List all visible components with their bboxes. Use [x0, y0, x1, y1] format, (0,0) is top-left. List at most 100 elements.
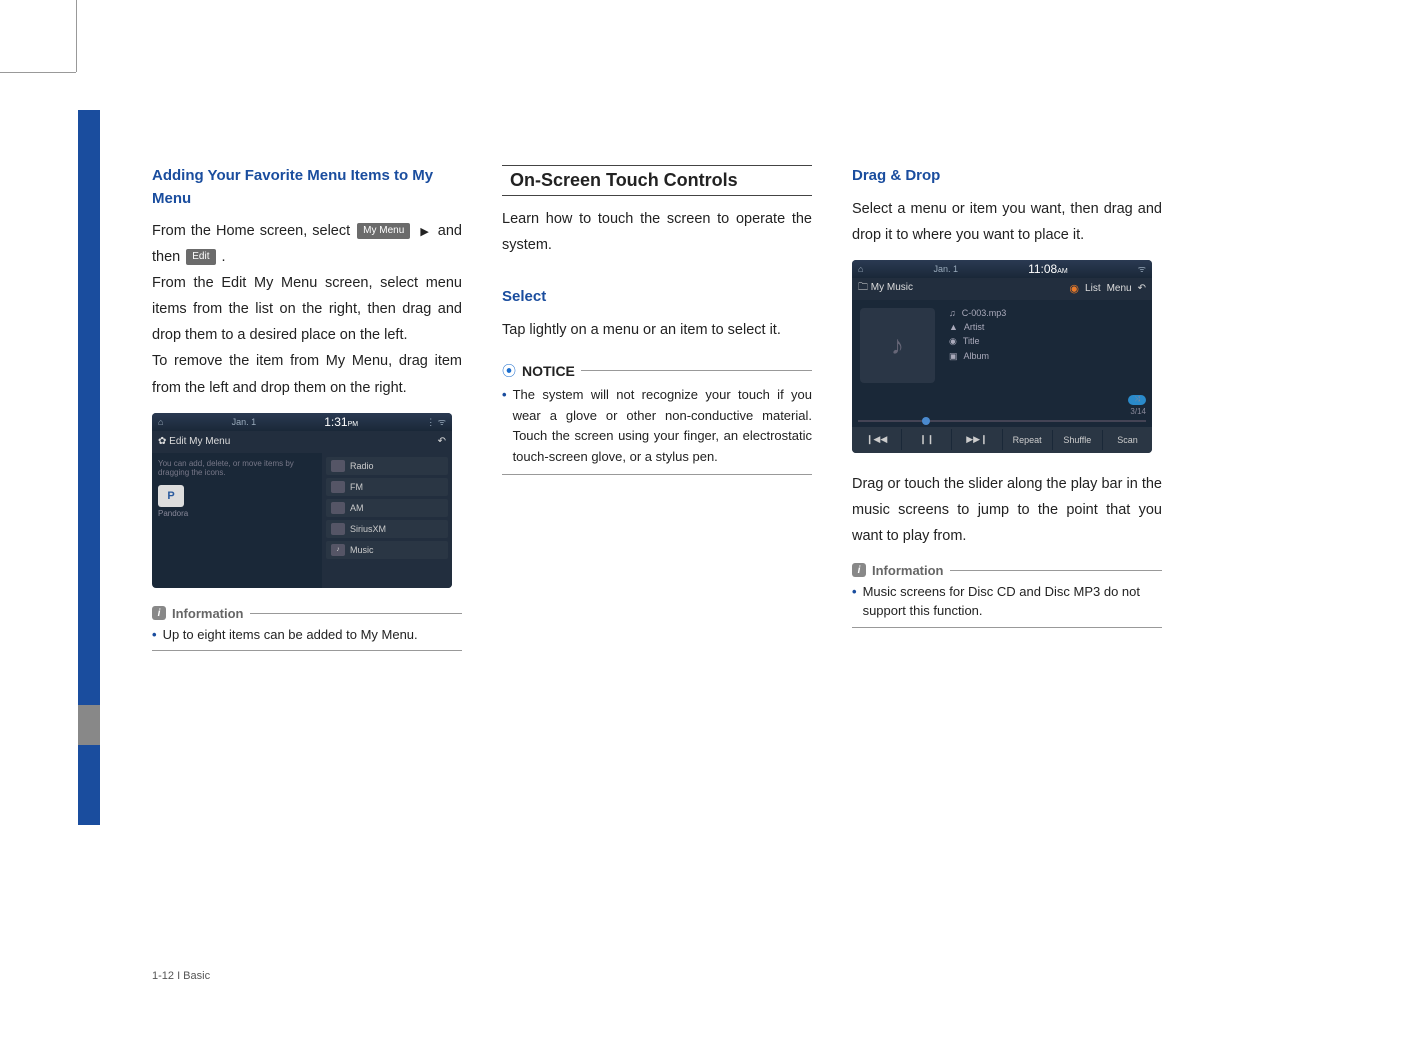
note-icon: ♫	[949, 308, 956, 318]
ss1-body: You can add, delete, or move items by dr…	[152, 453, 452, 588]
corner-h-line	[0, 72, 76, 73]
track-name: C-003.mp3	[962, 308, 1007, 318]
pandora-icon: P	[158, 485, 184, 507]
ss2-time: 11:08	[1028, 262, 1057, 276]
ss1-right-pane: Radio FM AM SiriusXM ♪ Music	[322, 453, 452, 588]
divider-line	[152, 650, 462, 651]
list-item: ♪ Music	[326, 541, 448, 559]
info-bullet-text: Music screens for Disc CD and Disc MP3 d…	[863, 582, 1162, 621]
notice-icon: ⦿	[502, 361, 516, 381]
folder-icon: 🗀	[858, 282, 868, 293]
info-label: Information	[872, 563, 944, 578]
col1-para2: From the Edit My Menu screen, select men…	[152, 270, 462, 348]
item-label: Radio	[350, 461, 374, 471]
album-art-icon: ♪	[860, 308, 935, 383]
ss1-time: 1:31	[324, 415, 347, 429]
col3-heading: Drag & Drop	[852, 165, 1162, 188]
repeat-button: Repeat	[1003, 430, 1053, 450]
col3-para2: Drag or touch the slider along the play …	[852, 471, 1162, 549]
item-label: AM	[350, 503, 364, 513]
radio-icon	[331, 460, 345, 472]
progress-thumb	[922, 417, 930, 425]
ss2-topbar: ⌂ Jan. 1 11:08AM ᯤ	[852, 260, 1152, 278]
ss2-progress	[852, 415, 1152, 427]
notice-bullet: • The system will not recognize your tou…	[502, 385, 812, 468]
page-footer: 1-12 I Basic	[152, 970, 210, 982]
info-icon: i	[852, 563, 866, 577]
list-item: Radio	[326, 457, 448, 475]
ss1-left-pane: You can add, delete, or move items by dr…	[152, 453, 322, 588]
col2-para2: Tap lightly on a menu or an item to sele…	[502, 317, 812, 343]
ss2-music-info: ♫C-003.mp3 ▲Artist ◉Title ▣Album	[943, 300, 1152, 415]
list-item: SiriusXM	[326, 520, 448, 538]
edit-mymenu-screenshot: ⌂ Jan. 1 1:31PM ⋮ ᯤ ✿ Edit My Menu ↶ You…	[152, 413, 452, 588]
album-icon: ▣	[949, 351, 958, 362]
menu-btn: Menu	[1107, 283, 1132, 294]
item-label: SiriusXM	[350, 524, 386, 534]
divider-line	[950, 570, 1163, 571]
pandora-label: Pandora	[158, 509, 316, 518]
title-label: Title	[963, 336, 980, 347]
col1-para3: To remove the item from My Menu, drag it…	[152, 348, 462, 400]
section-title: On-Screen Touch Controls	[510, 170, 738, 190]
radio-icon	[331, 481, 345, 493]
col2-subheading: Select	[502, 286, 812, 309]
item-label: Music	[350, 545, 374, 555]
section-title-wrap: On-Screen Touch Controls	[502, 165, 812, 196]
notice-bullet-text: The system will not recognize your touch…	[513, 385, 812, 468]
divider-line	[852, 627, 1162, 628]
wifi-icon: ᯤ	[1138, 262, 1146, 275]
list-item: FM	[326, 478, 448, 496]
ss1-hint: You can add, delete, or move items by dr…	[158, 459, 316, 477]
ss2-time-suffix: AM	[1057, 268, 1068, 275]
siriusxm-icon	[331, 523, 345, 535]
bullet-dot: •	[502, 385, 507, 468]
item-label: FM	[350, 482, 363, 492]
ss1-topbar: ⌂ Jan. 1 1:31PM ⋮ ᯤ	[152, 413, 452, 431]
info-header: i Information	[152, 606, 462, 621]
page-content: Adding Your Favorite Menu Items to My Me…	[152, 165, 1252, 651]
info-header: i Information	[852, 563, 1162, 578]
ss1-time-suffix: PM	[348, 421, 359, 428]
prev-button: ❙◀◀	[852, 429, 902, 450]
person-icon: ▲	[949, 322, 958, 332]
column-3: Drag & Drop Select a menu or item you wa…	[852, 165, 1162, 651]
divider-line	[250, 613, 463, 614]
sound-icon: ◉	[1069, 282, 1079, 295]
list-item: AM	[326, 499, 448, 517]
back-icon: ↶	[1138, 283, 1146, 294]
ss1-subbar: ✿ Edit My Menu ↶	[152, 431, 452, 453]
corner-v-line	[76, 0, 77, 72]
music-icon: ♪	[331, 544, 345, 556]
info-bullet-text: Up to eight items can be added to My Men…	[163, 625, 418, 645]
ss1-title: Edit My Menu	[169, 436, 230, 447]
edit-button: Edit	[186, 249, 215, 265]
column-1: Adding Your Favorite Menu Items to My Me…	[152, 165, 462, 651]
col3-info-box: i Information • Music screens for Disc C…	[852, 563, 1162, 628]
info-bullet: • Up to eight items can be added to My M…	[152, 625, 462, 645]
ss2-title: My Music	[871, 282, 913, 293]
ss2-body: ♪ ♫C-003.mp3 ▲Artist ◉Title ▣Album ⤨ 3/1…	[852, 300, 1152, 415]
radio-icon	[331, 502, 345, 514]
divider-line	[581, 370, 812, 371]
col1-para1-a: From the Home screen, select	[152, 223, 350, 239]
bullet-dot: •	[852, 582, 857, 621]
ss1-date: Jan. 1	[232, 417, 257, 427]
info-icon: i	[152, 606, 166, 620]
left-gray-tab	[78, 705, 100, 745]
ss2-date: Jan. 1	[933, 264, 958, 274]
wifi-icon: ⋮ ᯤ	[426, 415, 446, 428]
shuffle-button: Shuffle	[1053, 430, 1103, 450]
col3-para1: Select a menu or item you want, then dra…	[852, 196, 1162, 248]
col1-info-box: i Information • Up to eight items can be…	[152, 606, 462, 652]
artist-label: Artist	[964, 322, 985, 332]
mymusic-screenshot: ⌂ Jan. 1 11:08AM ᯤ 🗀 My Music ◉ List Men…	[852, 260, 1152, 453]
info-bullet: • Music screens for Disc CD and Disc MP3…	[852, 582, 1162, 621]
column-2: On-Screen Touch Controls Learn how to to…	[502, 165, 812, 651]
col1-para1-c: .	[222, 249, 226, 265]
arrow-icon: ▶	[420, 226, 429, 238]
ss2-controls: ❙◀◀ ❙❙ ▶▶❙ Repeat Shuffle Scan	[852, 427, 1152, 453]
notice-header: ⦿ NOTICE	[502, 361, 812, 381]
scan-button: Scan	[1103, 430, 1152, 450]
next-button: ▶▶❙	[952, 429, 1002, 450]
